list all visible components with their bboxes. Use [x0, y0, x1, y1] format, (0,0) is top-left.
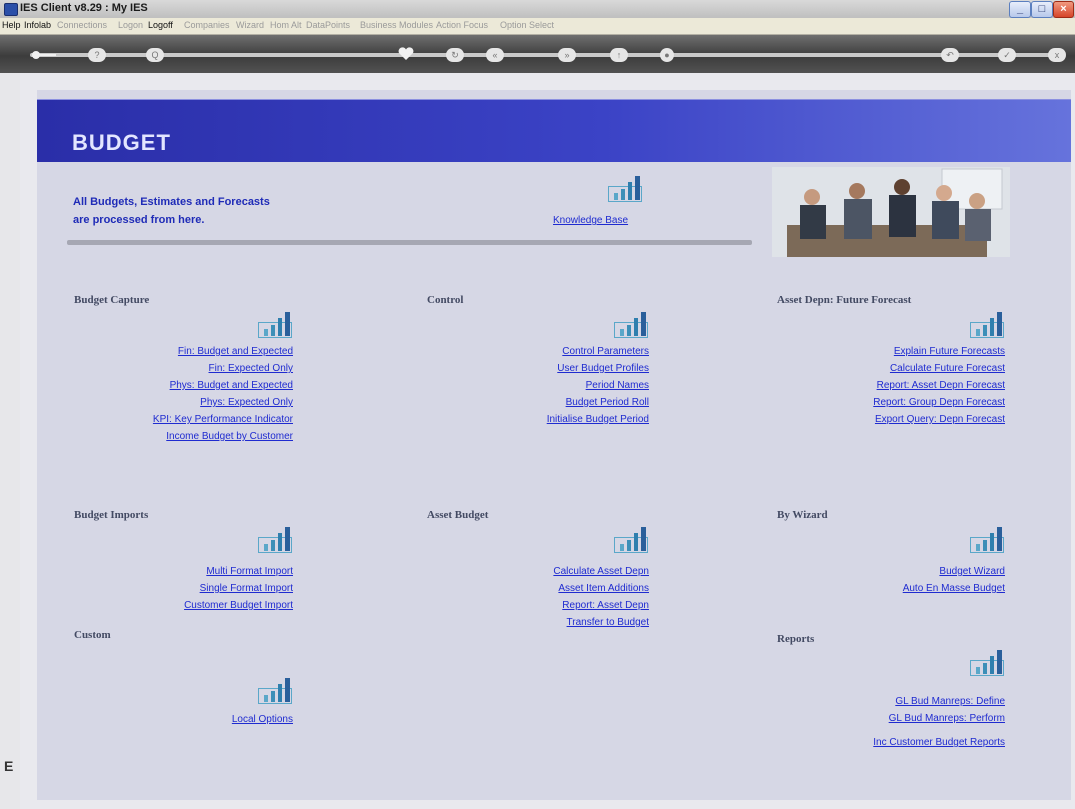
link-control-parameters[interactable]: Control Parameters: [562, 346, 649, 357]
link-budget-period-roll[interactable]: Budget Period Roll: [566, 397, 649, 408]
up-icon[interactable]: ↑: [610, 48, 628, 62]
link-report-asset-depn[interactable]: Report: Asset Depn: [562, 600, 649, 611]
undo-icon[interactable]: ↶: [941, 48, 959, 62]
page-header: BUDGET: [37, 99, 1071, 162]
check-icon[interactable]: ✓: [998, 48, 1016, 62]
app-icon: [4, 3, 18, 16]
chart-icon[interactable]: [614, 312, 648, 343]
menu-companies[interactable]: Companies: [184, 20, 230, 30]
menu-help[interactable]: Help: [2, 20, 21, 30]
section-title-budget-imports: Budget Imports: [74, 509, 149, 521]
section-title-by-wizard: By Wizard: [777, 509, 828, 521]
menu-connections[interactable]: Connections: [57, 20, 107, 30]
link-calculate-asset-depn[interactable]: Calculate Asset Depn: [553, 566, 649, 577]
business-team-photo: [772, 167, 1010, 257]
link-phys-budget-expected[interactable]: Phys: Budget and Expected: [170, 380, 293, 391]
link-report-group-depn-forecast[interactable]: Report: Group Depn Forecast: [873, 397, 1005, 408]
chart-icon[interactable]: [258, 678, 292, 709]
menu-logon[interactable]: Logon: [118, 20, 143, 30]
link-user-budget-profiles[interactable]: User Budget Profiles: [557, 363, 649, 374]
knowledge-base-link[interactable]: Knowledge Base: [553, 215, 628, 226]
link-asset-item-additions[interactable]: Asset Item Additions: [558, 583, 649, 594]
section-title-asset-budget: Asset Budget: [427, 509, 489, 521]
link-local-options[interactable]: Local Options: [232, 714, 293, 725]
chart-icon[interactable]: [970, 650, 1004, 681]
back-icon[interactable]: «: [486, 48, 504, 62]
menu-action-focus[interactable]: Action Focus: [436, 20, 488, 30]
menu-hom-alt[interactable]: Hom Alt: [270, 20, 302, 30]
link-customer-budget-import[interactable]: Customer Budget Import: [184, 600, 293, 611]
chart-icon[interactable]: [970, 312, 1004, 343]
intro-text: All Budgets, Estimates and Forecasts are…: [73, 193, 270, 229]
link-fin-budget-expected[interactable]: Fin: Budget and Expected: [178, 346, 293, 357]
menu-datapoints[interactable]: DataPoints: [306, 20, 350, 30]
close-button[interactable]: ×: [1053, 1, 1074, 18]
section-title-custom: Custom: [74, 629, 111, 641]
chart-icon[interactable]: [970, 527, 1004, 558]
link-transfer-to-budget[interactable]: Transfer to Budget: [567, 617, 649, 628]
menu-infolab[interactable]: Infolab: [24, 20, 51, 30]
link-initialise-budget-period[interactable]: Initialise Budget Period: [547, 414, 649, 425]
maximize-button[interactable]: □: [1031, 1, 1053, 18]
link-income-budget-customer[interactable]: Income Budget by Customer: [166, 431, 293, 442]
link-calculate-future-forecast[interactable]: Calculate Future Forecast: [890, 363, 1005, 374]
title-bar: IES Client v8.29 : My IES _ □ ×: [0, 0, 1075, 19]
knowledge-base-icon[interactable]: [608, 176, 642, 207]
header-divider: [67, 240, 752, 245]
link-gl-bud-manreps-define[interactable]: GL Bud Manreps: Define: [895, 696, 1005, 707]
section-title-reports: Reports: [777, 633, 815, 645]
key-icon[interactable]: [30, 48, 58, 62]
menu-wizard[interactable]: Wizard: [236, 20, 264, 30]
link-kpi[interactable]: KPI: Key Performance Indicator: [153, 414, 293, 425]
close-icon[interactable]: x: [1048, 48, 1066, 62]
chart-icon[interactable]: [258, 312, 292, 343]
link-multi-format-import[interactable]: Multi Format Import: [206, 566, 293, 577]
link-budget-wizard[interactable]: Budget Wizard: [939, 566, 1005, 577]
link-gl-bud-manreps-perform[interactable]: GL Bud Manreps: Perform: [889, 713, 1005, 724]
menu-business-modules[interactable]: Business Modules: [360, 20, 433, 30]
section-title-asset-depn: Asset Depn: Future Forecast: [777, 294, 912, 306]
side-letter: E: [4, 758, 14, 774]
page-title: BUDGET: [72, 130, 171, 155]
menu-logoff[interactable]: Logoff: [148, 20, 173, 30]
minimize-button[interactable]: _: [1009, 1, 1031, 18]
toolbar-rail: [30, 53, 1065, 57]
link-phys-expected-only[interactable]: Phys: Expected Only: [200, 397, 293, 408]
link-export-query-depn-forecast[interactable]: Export Query: Depn Forecast: [875, 414, 1005, 425]
link-period-names[interactable]: Period Names: [586, 380, 649, 391]
chart-icon[interactable]: [614, 527, 648, 558]
help-icon[interactable]: ?: [88, 48, 106, 62]
search-icon[interactable]: Q: [146, 48, 164, 62]
link-explain-future-forecasts[interactable]: Explain Future Forecasts: [894, 346, 1005, 357]
forward-icon[interactable]: »: [558, 48, 576, 62]
intro-line-1: All Budgets, Estimates and Forecasts: [73, 196, 270, 208]
menu-bar: Help Infolab Connections Logon Logoff Co…: [0, 18, 1075, 35]
link-inc-customer-budget-reports[interactable]: Inc Customer Budget Reports: [873, 737, 1005, 748]
window-title: IES Client v8.29 : My IES: [20, 2, 148, 14]
heart-icon[interactable]: [398, 47, 414, 61]
link-report-asset-depn-forecast[interactable]: Report: Asset Depn Forecast: [877, 380, 1005, 391]
link-fin-expected-only[interactable]: Fin: Expected Only: [209, 363, 293, 374]
link-auto-en-masse-budget[interactable]: Auto En Masse Budget: [903, 583, 1005, 594]
link-single-format-import[interactable]: Single Format Import: [200, 583, 293, 594]
menu-option-select[interactable]: Option Select: [500, 20, 554, 30]
toolbar: ? Q ↻ « » ↑ ● ↶ ✓ x: [0, 35, 1075, 73]
section-title-budget-capture: Budget Capture: [74, 294, 150, 306]
intro-line-2: are processed from here.: [73, 214, 205, 226]
refresh-icon[interactable]: ↻: [446, 48, 464, 62]
left-strip: E: [0, 73, 21, 809]
chart-icon[interactable]: [258, 527, 292, 558]
record-icon[interactable]: ●: [660, 48, 674, 62]
section-title-control: Control: [427, 294, 464, 306]
